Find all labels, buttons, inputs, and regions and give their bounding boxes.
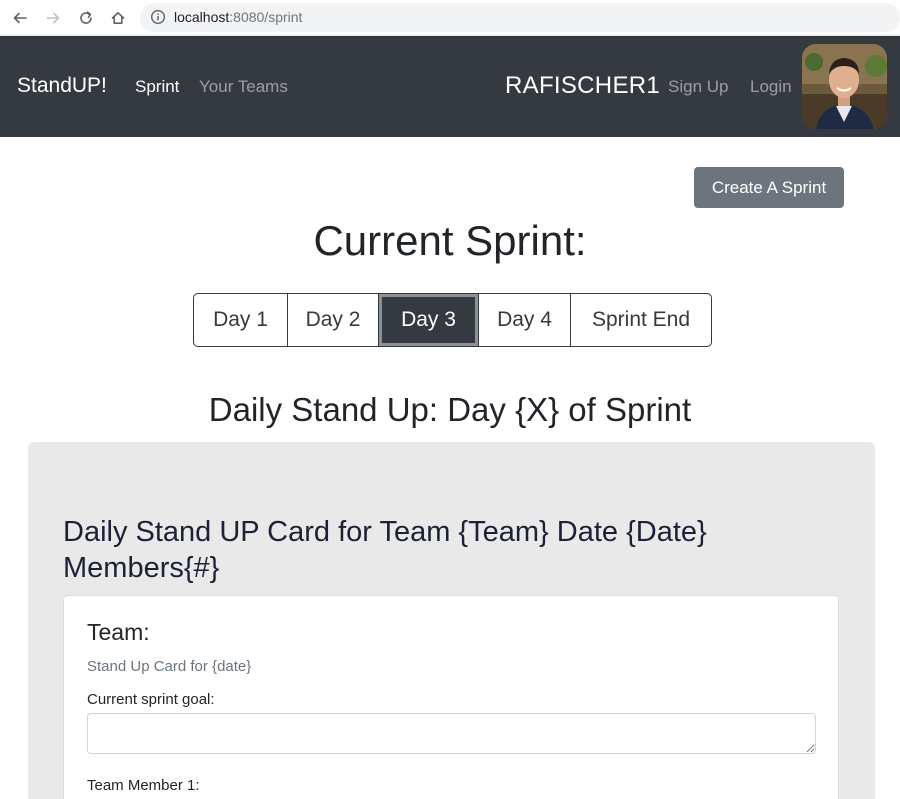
avatar[interactable] [802, 44, 887, 129]
address-bar[interactable]: localhost:8080/sprint [140, 3, 900, 32]
day-selector: Day 1 Day 2 Day 3 Day 4 Sprint End [193, 293, 712, 347]
nav-link-your-teams[interactable]: Your Teams [199, 76, 288, 97]
sprint-goal-input[interactable] [87, 713, 816, 754]
forward-arrow-icon[interactable] [41, 6, 65, 30]
brand-link[interactable]: StandUP! [17, 73, 107, 98]
home-icon[interactable] [106, 6, 130, 30]
create-sprint-button[interactable]: Create A Sprint [694, 167, 844, 208]
card-subtitle: Stand Up Card for {date} [87, 658, 252, 675]
day-4-button[interactable]: Day 4 [478, 293, 571, 347]
url-host: localhost [174, 9, 230, 25]
standup-card: Team: Stand Up Card for {date} Current s… [63, 595, 839, 799]
info-icon[interactable] [150, 9, 166, 25]
navbar: StandUP! Sprint Your Teams RAFISCHER1 Si… [0, 36, 900, 137]
sprint-goal-label: Current sprint goal: [87, 691, 215, 708]
standup-card-heading: Daily Stand UP Card for Team {Team} Date… [63, 516, 707, 584]
nav-link-sprint[interactable]: Sprint [135, 76, 179, 97]
day-2-button[interactable]: Day 2 [287, 293, 379, 347]
url-text[interactable]: localhost:8080/sprint [174, 9, 302, 26]
day-3-button[interactable]: Day 3 [378, 293, 479, 347]
sign-up-link[interactable]: Sign Up [668, 76, 728, 97]
url-path: :8080/sprint [229, 9, 303, 25]
team-member-1-label: Team Member 1: [87, 777, 200, 794]
card-title: Team: [87, 619, 150, 645]
login-link[interactable]: Login [750, 76, 792, 97]
back-arrow-icon[interactable] [8, 6, 32, 30]
sprint-end-button[interactable]: Sprint End [570, 293, 712, 347]
page-title: Current Sprint: [313, 217, 587, 264]
username-label: RAFISCHER1 [505, 72, 661, 99]
section-title: Daily Stand Up: Day {X} of Sprint [208, 391, 692, 428]
day-1-button[interactable]: Day 1 [193, 293, 288, 347]
reload-icon[interactable] [74, 6, 98, 30]
browser-toolbar: localhost:8080/sprint [0, 0, 900, 36]
